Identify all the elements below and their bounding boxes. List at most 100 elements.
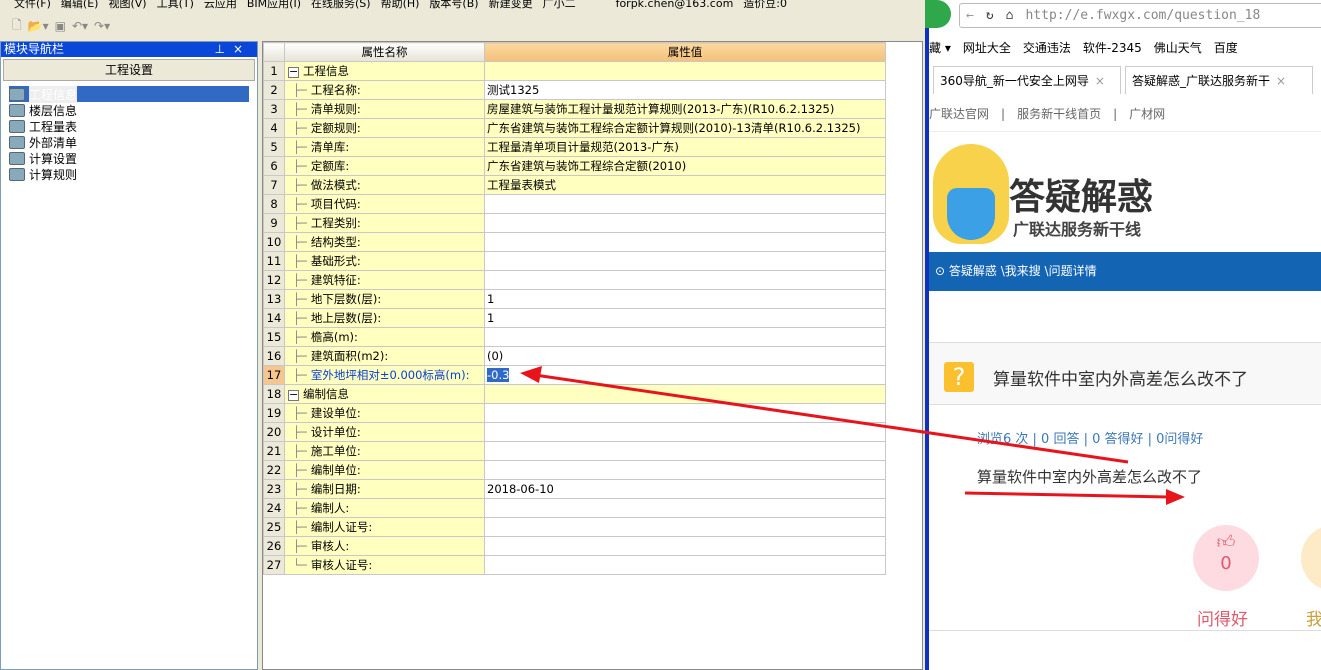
nav-item[interactable]: 计算设置 <box>9 150 249 166</box>
property-name[interactable]: ├─ 建筑特征: <box>284 270 485 290</box>
menu-item[interactable]: 广小二 <box>543 0 576 12</box>
property-value[interactable] <box>484 498 886 518</box>
menu-item[interactable]: 文件(F) <box>14 0 51 12</box>
subnav-link[interactable]: 服务新干线首页 <box>1017 105 1101 122</box>
table-row[interactable]: 27 └─ 审核人证号: <box>263 555 886 575</box>
property-name[interactable]: ├─ 项目代码: <box>284 194 485 214</box>
table-row[interactable]: 19 ├─ 建设单位: <box>263 403 886 423</box>
property-value-text[interactable]: 房屋建筑与装饰工程计量规范计算规则(2013-广东)(R10.6.2.1325) <box>487 102 834 116</box>
browser-tab[interactable]: 360导航_新一代安全上网导 × <box>933 66 1121 94</box>
property-name[interactable]: ├─ 编制日期: <box>284 479 485 499</box>
collapse-icon[interactable]: − <box>288 66 299 78</box>
property-name[interactable]: ├─ 地上层数(层): <box>284 308 485 328</box>
property-name[interactable]: ├─ 结构类型: <box>284 232 485 252</box>
table-row[interactable]: 21 ├─ 施工单位: <box>263 441 886 461</box>
bookmark[interactable]: 百度 <box>1214 39 1238 56</box>
table-row[interactable]: 17 ├─ 室外地坪相对±0.000标高(m): -0.3 <box>263 365 886 385</box>
row-number[interactable]: 5 <box>263 137 285 157</box>
nav-section-header[interactable]: 工程设置 <box>3 59 255 81</box>
property-value-text[interactable]: 广东省建筑与装饰工程综合定额(2010) <box>487 159 686 173</box>
property-value[interactable] <box>484 422 886 442</box>
home-icon[interactable]: ⌂ <box>1006 8 1014 23</box>
collapse-icon[interactable]: − <box>288 389 299 401</box>
redo-icon[interactable]: ↷▾ <box>94 19 110 33</box>
account-email[interactable]: forpk.chen@163.com <box>616 0 734 12</box>
menu-item[interactable]: 新建变更 <box>489 0 533 12</box>
table-row[interactable]: 16 ├─ 建筑面积(m2): (0) <box>263 346 886 366</box>
menu-item[interactable]: 版本号(B) <box>429 0 478 12</box>
property-name[interactable]: − 编制信息 <box>284 384 485 404</box>
table-row[interactable]: 11 ├─ 基础形式: <box>263 251 886 271</box>
nav-item[interactable]: 工程量表 <box>9 118 249 134</box>
table-row[interactable]: 10 ├─ 结构类型: <box>263 232 886 252</box>
url-text[interactable]: http://e.fwxgx.com/question_18 <box>1025 8 1260 23</box>
row-number[interactable]: 17 <box>263 365 285 385</box>
property-name[interactable]: ├─ 编制单位: <box>284 460 485 480</box>
property-value[interactable] <box>484 327 886 347</box>
property-value[interactable] <box>484 384 886 404</box>
property-value[interactable]: 测试1325 <box>484 80 886 100</box>
row-number[interactable]: 2 <box>263 80 285 100</box>
table-row[interactable]: 24 ├─ 编制人: <box>263 498 886 518</box>
property-value[interactable]: 2018-06-10 <box>484 479 886 499</box>
row-number[interactable]: 26 <box>263 536 285 556</box>
property-name[interactable]: └─ 审核人证号: <box>284 555 485 575</box>
row-number[interactable]: 12 <box>263 270 285 290</box>
row-number[interactable]: 24 <box>263 498 285 518</box>
property-name[interactable]: ├─ 室外地坪相对±0.000标高(m): <box>284 365 485 385</box>
table-row[interactable]: 4 ├─ 定额规则: 广东省建筑与装饰工程综合定额计算规则(2010)-13清单(R1… <box>263 118 886 138</box>
property-value[interactable]: 广东省建筑与装饰工程综合定额计算规则(2010)-13清单(R10.6.2.13… <box>484 118 886 138</box>
property-name[interactable]: ├─ 做法模式: <box>284 175 485 195</box>
property-name[interactable]: ├─ 工程名称: <box>284 80 485 100</box>
browser-tab[interactable]: 答疑解惑_广联达服务新干 × <box>1125 66 1313 94</box>
nav-item[interactable]: 计算规则 <box>9 166 249 182</box>
table-row[interactable]: 22 ├─ 编制单位: <box>263 460 886 480</box>
table-row[interactable]: 23 ├─ 编制日期: 2018-06-10 <box>263 479 886 499</box>
nav-item[interactable]: 外部清单 <box>9 134 249 150</box>
property-value-text[interactable]: 1 <box>487 292 494 306</box>
bookmark[interactable]: 网址大全 <box>963 39 1011 56</box>
open-folder-icon[interactable]: 📂▾ <box>28 19 49 33</box>
property-value[interactable]: 房屋建筑与装饰工程计量规范计算规则(2013-广东)(R10.6.2.1325) <box>484 99 886 119</box>
bookmark[interactable]: 软件-2345 <box>1083 39 1142 56</box>
menu-item[interactable]: 编辑(E) <box>61 0 99 12</box>
property-value[interactable] <box>484 61 886 81</box>
menu-item[interactable]: 帮助(H) <box>381 0 420 12</box>
row-number[interactable]: 15 <box>263 327 285 347</box>
property-value-text[interactable]: 1 <box>487 311 494 325</box>
row-number[interactable]: 23 <box>263 479 285 499</box>
property-value[interactable] <box>484 270 886 290</box>
row-number[interactable]: 8 <box>263 194 285 214</box>
bookmark[interactable]: 藏 ▾ <box>929 39 951 56</box>
property-value[interactable] <box>484 460 886 480</box>
row-number[interactable]: 10 <box>263 232 285 252</box>
row-number[interactable]: 22 <box>263 460 285 480</box>
property-value[interactable]: 工程量清单项目计量规范(2013-广东) <box>484 137 886 157</box>
menu-item[interactable]: 在线服务(S) <box>311 0 371 12</box>
row-number[interactable]: 25 <box>263 517 285 537</box>
property-name[interactable]: ├─ 建筑面积(m2): <box>284 346 485 366</box>
row-number[interactable]: 11 <box>263 251 285 271</box>
property-value[interactable]: 工程量表模式 <box>484 175 886 195</box>
menu-item[interactable]: 视图(V) <box>108 0 146 12</box>
property-value-text[interactable]: 工程量表模式 <box>487 178 556 192</box>
table-row[interactable]: 7 ├─ 做法模式: 工程量表模式 <box>263 175 886 195</box>
table-row[interactable]: 20 ├─ 设计单位: <box>263 422 886 442</box>
property-value[interactable] <box>484 194 886 214</box>
property-value-text[interactable]: 广东省建筑与装饰工程综合定额计算规则(2010)-13清单(R10.6.2.13… <box>487 121 860 135</box>
property-name[interactable]: ├─ 清单规则: <box>284 99 485 119</box>
like-button[interactable]: 👍︎ 0 <box>1193 525 1259 591</box>
menu-item[interactable]: 云应用 <box>204 0 237 12</box>
property-name[interactable]: ├─ 编制人: <box>284 498 485 518</box>
table-row[interactable]: 3 ├─ 清单规则: 房屋建筑与装饰工程计量规范计算规则(2013-广东)(R10.6… <box>263 99 886 119</box>
property-value[interactable]: (0) <box>484 346 886 366</box>
other-button[interactable] <box>1301 525 1321 591</box>
property-value-text[interactable]: 2018-06-10 <box>487 482 554 496</box>
table-row[interactable]: 8 ├─ 项目代码: <box>263 194 886 214</box>
property-value[interactable] <box>484 536 886 556</box>
property-name[interactable]: ├─ 设计单位: <box>284 422 485 442</box>
property-name[interactable]: ├─ 定额库: <box>284 156 485 176</box>
property-name[interactable]: ├─ 基础形式: <box>284 251 485 271</box>
subnav-link[interactable]: 广材网 <box>1129 105 1165 122</box>
property-value[interactable]: 1 <box>484 289 886 309</box>
